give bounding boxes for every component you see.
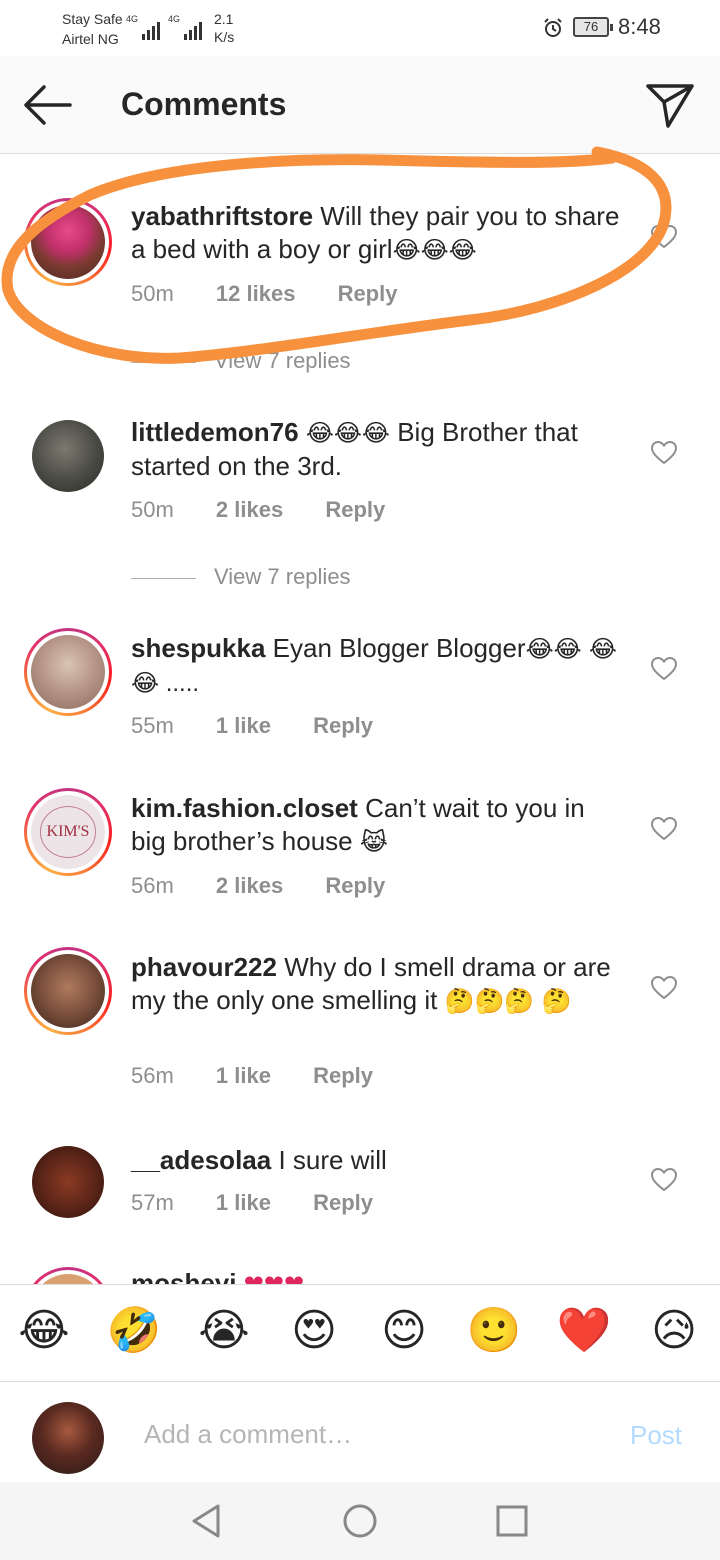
- heart-icon[interactable]: [651, 441, 677, 465]
- emoji-button[interactable]: 🤣: [106, 1303, 162, 1359]
- nav-home-icon[interactable]: [342, 1502, 378, 1540]
- comment-time: 50m: [131, 281, 174, 306]
- status-bar: Stay Safe Airtel NG 4G 4G 2.1 K/s 76 8:4…: [0, 0, 720, 56]
- carrier-line1: Stay Safe: [62, 11, 123, 27]
- comment-emoji: 😂😂: [525, 636, 582, 663]
- comment-time: 56m: [131, 1063, 174, 1088]
- signal-icon-2: 4G: [168, 14, 203, 40]
- comment-emoji: ❤❤❤: [244, 1271, 304, 1284]
- avatar[interactable]: [24, 947, 112, 1035]
- emoji-button[interactable]: 🙂: [466, 1303, 522, 1359]
- emoji-button[interactable]: 😭: [196, 1303, 252, 1359]
- avatar[interactable]: [24, 628, 112, 716]
- network-speed: 2.1 K/s: [214, 11, 235, 45]
- comment-meta: 56m 1 like Reply: [131, 1063, 373, 1089]
- reply-button[interactable]: Reply: [338, 281, 398, 307]
- comment-meta: 50m 2 likes Reply: [131, 497, 385, 523]
- reply-button[interactable]: Reply: [313, 713, 373, 739]
- view-replies-button[interactable]: View 7 replies: [131, 564, 351, 590]
- heart-icon[interactable]: [651, 657, 677, 681]
- comment-input[interactable]: [144, 1412, 584, 1456]
- reply-button[interactable]: Reply: [313, 1190, 373, 1216]
- avatar[interactable]: KIM'S: [24, 788, 112, 876]
- current-user-avatar: [32, 1402, 104, 1474]
- comment-username[interactable]: __adesolaa: [131, 1145, 271, 1175]
- comment-emoji: 😹: [359, 829, 388, 856]
- arrow-left-icon: [24, 85, 72, 125]
- comment-username[interactable]: kim.fashion.closet: [131, 793, 358, 823]
- comment-username[interactable]: phavour222: [131, 952, 277, 982]
- comment-username[interactable]: yabathriftstore: [131, 201, 313, 231]
- comment-meta: 56m 2 likes Reply: [131, 873, 385, 899]
- avatar[interactable]: [24, 198, 112, 286]
- alarm-icon: [544, 18, 562, 37]
- comment-username[interactable]: shespukka: [131, 633, 265, 663]
- comment-likes[interactable]: 2 likes: [216, 497, 283, 523]
- emoji-button[interactable]: ❤️: [556, 1303, 612, 1359]
- comment-time: 50m: [131, 497, 174, 522]
- comment-time: 56m: [131, 873, 174, 898]
- comment-time: 55m: [131, 713, 174, 738]
- quick-emoji-bar: 😂 🤣 😭 😍 😊 🙂 ❤️ 😥: [0, 1284, 720, 1382]
- comment-likes[interactable]: 1 like: [216, 1063, 271, 1089]
- comment-emoji-2: 🤔: [541, 988, 572, 1015]
- emoji-button[interactable]: 😊: [376, 1303, 432, 1359]
- avatar[interactable]: [32, 1146, 104, 1218]
- emoji-button[interactable]: 😥: [646, 1303, 702, 1359]
- avatar-logo: KIM'S: [39, 806, 97, 858]
- avatar[interactable]: [32, 420, 104, 492]
- comment-composer: Post: [0, 1382, 720, 1482]
- carrier-info: Stay Safe Airtel NG: [62, 9, 123, 49]
- comment-username[interactable]: littledemon76: [131, 417, 299, 447]
- comments-header: Comments: [0, 56, 720, 154]
- comment-item: mosheyi ❤❤❤: [0, 1264, 720, 1284]
- comment-meta: 55m 1 like Reply: [131, 713, 373, 739]
- view-replies-button[interactable]: View 7 replies: [131, 348, 351, 374]
- carrier-line2: Airtel NG: [62, 31, 119, 47]
- comment-likes[interactable]: 2 likes: [216, 873, 283, 899]
- avatar[interactable]: [24, 1267, 112, 1284]
- page-title: Comments: [121, 86, 287, 122]
- comment-time: 57m: [131, 1190, 174, 1215]
- emoji-button[interactable]: 😂: [16, 1303, 72, 1359]
- comment-text: Eyan Blogger Blogger: [272, 633, 526, 663]
- nav-back-icon[interactable]: [188, 1502, 224, 1540]
- comment-username[interactable]: mosheyi: [131, 1268, 237, 1284]
- share-button[interactable]: [642, 76, 698, 132]
- comment-likes[interactable]: 1 like: [216, 1190, 271, 1216]
- reply-button[interactable]: Reply: [325, 873, 385, 899]
- nav-recents-icon[interactable]: [494, 1502, 530, 1540]
- signal-icon: 4G: [126, 14, 161, 40]
- system-nav-bar: [0, 1482, 720, 1560]
- heart-icon[interactable]: [651, 976, 677, 1000]
- heart-icon[interactable]: [651, 1168, 677, 1192]
- heart-icon[interactable]: [651, 817, 677, 841]
- comment-text: I sure will: [278, 1145, 387, 1175]
- reply-button[interactable]: Reply: [325, 497, 385, 523]
- comment-meta: 57m 1 like Reply: [131, 1190, 373, 1216]
- comment-emoji: 🤔🤔🤔: [444, 988, 535, 1015]
- comment-emoji: 😂😂😂: [305, 420, 390, 447]
- comment-meta: 50m 12 likes Reply: [131, 281, 397, 307]
- comment-likes[interactable]: 1 like: [216, 713, 271, 739]
- battery-indicator: 76: [573, 17, 613, 37]
- clock: 8:48: [618, 14, 661, 39]
- comment-emoji: 😂😂😂: [392, 237, 477, 264]
- emoji-button[interactable]: 😍: [286, 1303, 342, 1359]
- back-button[interactable]: [18, 78, 78, 132]
- post-button[interactable]: Post: [630, 1420, 682, 1451]
- reply-button[interactable]: Reply: [313, 1063, 373, 1089]
- comment-likes[interactable]: 12 likes: [216, 281, 296, 307]
- paper-plane-icon: [646, 84, 694, 128]
- heart-icon[interactable]: [651, 225, 677, 249]
